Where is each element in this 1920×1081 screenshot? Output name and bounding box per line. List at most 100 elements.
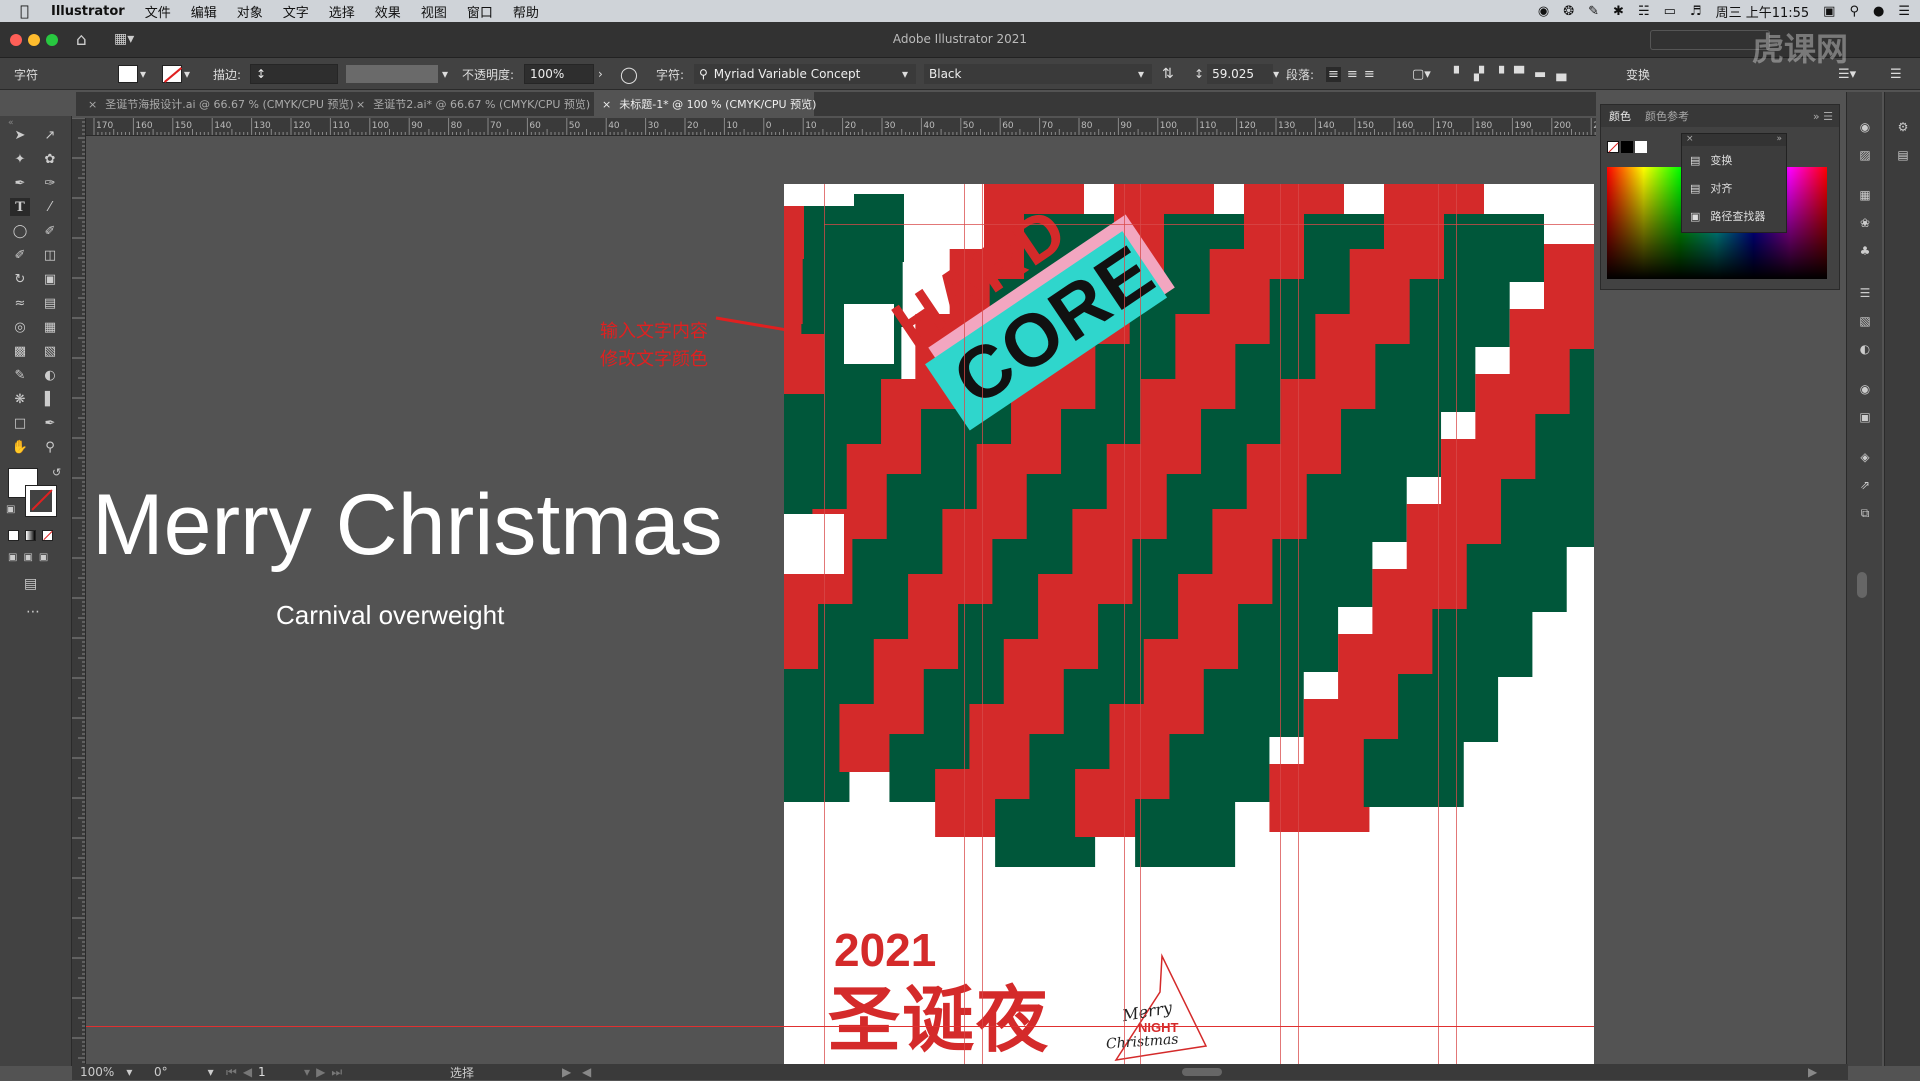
gradient-mode-button[interactable] — [25, 530, 36, 541]
white-swatch[interactable] — [1635, 141, 1647, 153]
transparency-icon[interactable]: ◐ — [1856, 342, 1874, 356]
pen-icon[interactable]: ✎ — [1588, 4, 1599, 19]
stroke-color-swatch[interactable] — [25, 485, 57, 517]
creative-cloud-icon[interactable]: ❂ — [1563, 4, 1574, 19]
stroke-weight-field[interactable]: ↕ — [250, 58, 338, 90]
transform-link[interactable]: 变换 — [1626, 58, 1650, 90]
status-menu-icon[interactable]: ▶ — [562, 1064, 571, 1080]
width-tool-icon[interactable]: ≈ — [10, 294, 30, 312]
graphic-styles-icon[interactable]: ▣ — [1856, 410, 1874, 424]
align-to-icon[interactable]: ▢▾ — [1412, 58, 1431, 90]
artboard-dropdown-icon[interactable]: ▾ — [304, 1065, 310, 1079]
draw-behind-icon[interactable]: ▣ — [23, 552, 32, 563]
vertical-ruler[interactable] — [72, 118, 86, 1066]
font-family-field[interactable]: ⚲ Myriad Variable Concept ▾ — [694, 58, 916, 90]
symbols-icon[interactable]: ♣ — [1856, 244, 1874, 258]
popup-item-pathfinder[interactable]: ▣ 路径查找器 — [1682, 202, 1786, 230]
align-top-edge-icon[interactable]: ▀ — [1514, 67, 1524, 82]
close-tab-icon[interactable]: × — [356, 98, 365, 111]
tab-christmas2[interactable]: × 圣诞节2.ai* @ 66.67 % (CMYK/CPU 预览) — [348, 92, 590, 116]
opacity-field[interactable]: 100% › — [524, 58, 603, 90]
layers-icon[interactable]: ◈ — [1856, 450, 1874, 464]
menu-window[interactable]: 窗口 — [457, 2, 503, 21]
selection-tool-icon[interactable]: ➤ — [10, 126, 30, 144]
column-graph-tool-icon[interactable]: ▌ — [40, 390, 60, 408]
year-2021-text[interactable]: 2021 — [834, 926, 936, 974]
type-tool-icon[interactable]: T — [10, 198, 30, 216]
align-right-edge-icon[interactable]: ▝ — [1494, 67, 1504, 82]
menu-help[interactable]: 帮助 — [503, 2, 549, 21]
align-bottom-edge-icon[interactable]: ▄ — [1556, 67, 1566, 82]
record-icon[interactable]: ◉ — [1538, 4, 1549, 19]
tab-color-guide[interactable]: 颜色参考 — [1645, 108, 1689, 124]
stroke-icon[interactable]: ☰ — [1856, 286, 1874, 300]
brushes-icon[interactable]: ❀ — [1856, 216, 1874, 230]
prev-artboard-icon[interactable]: ◀ — [243, 1065, 252, 1079]
menu-effect[interactable]: 效果 — [365, 2, 411, 21]
mesh-tool-icon[interactable]: ▩ — [10, 342, 30, 360]
properties-icon[interactable]: ⚙ — [1894, 120, 1912, 134]
paintbrush-tool-icon[interactable]: ✐ — [40, 222, 60, 240]
horizontal-scrollbar-thumb[interactable] — [1182, 1068, 1222, 1076]
next-artboard-icon[interactable]: ▶ — [316, 1065, 325, 1079]
tab-color[interactable]: 颜色 — [1609, 108, 1631, 124]
align-hcenter-icon[interactable]: ▞ — [1474, 67, 1484, 82]
popup-item-align[interactable]: ▤ 对齐 — [1682, 174, 1786, 202]
draw-normal-icon[interactable]: ▣ — [8, 552, 17, 563]
artboard-number[interactable]: 1 — [258, 1065, 298, 1079]
variable-width-profile[interactable]: ▾ — [346, 58, 448, 90]
export-icon[interactable]: ⇗ — [1856, 478, 1874, 492]
edit-toolbar-icon[interactable]: ⋯ — [26, 604, 40, 620]
align-vcenter-icon[interactable]: ▬ — [1534, 67, 1546, 82]
recolor-icon[interactable]: ◯ — [620, 58, 638, 90]
align-left-edge-icon[interactable]: ▘ — [1454, 67, 1464, 82]
ellipse-tool-icon[interactable]: ◯ — [10, 222, 30, 240]
vertical-scrollbar-thumb[interactable] — [1857, 572, 1867, 598]
menu-edit[interactable]: 编辑 — [181, 2, 227, 21]
black-swatch[interactable] — [1621, 141, 1633, 153]
horizontal-ruler[interactable]: 170 160 150 140 130 120 110 100 90 80 70 60 50 40 30 20… — [86, 118, 1596, 136]
perspective-grid-tool-icon[interactable]: ▦ — [40, 318, 60, 336]
curvature-tool-icon[interactable]: ✑ — [40, 174, 60, 192]
magic-wand-tool-icon[interactable]: ✦ — [10, 150, 30, 168]
line-tool-icon[interactable]: ⁄ — [40, 198, 60, 216]
battery-icon[interactable]: ▭ — [1664, 4, 1676, 19]
image-trace-icon[interactable]: ▨ — [1856, 148, 1874, 162]
menu-view[interactable]: 视图 — [411, 2, 457, 21]
siri-icon[interactable]: ● — [1873, 4, 1884, 19]
scale-tool-icon[interactable]: ▣ — [40, 270, 60, 288]
wifi-icon[interactable]: ☵ — [1638, 4, 1650, 19]
align-center-icon[interactable]: ≡ — [1347, 67, 1358, 82]
eraser-tool-icon[interactable]: ◫ — [40, 246, 60, 264]
stroke-swatch[interactable]: ▾ — [162, 58, 190, 90]
scroll-right-icon[interactable]: ▶ — [1808, 1064, 1817, 1080]
rotate-tool-icon[interactable]: ↻ — [10, 270, 30, 288]
canvas-area[interactable]: Merry Christmas Carnival overweight 输入文字… — [86, 136, 1594, 1064]
font-style-field[interactable]: Black ▾ — [924, 58, 1152, 90]
menu-select[interactable]: 选择 — [319, 2, 365, 21]
screen-mode-icon[interactable]: ▤ — [24, 576, 37, 592]
artboard[interactable]: HARD CORE 2021 圣诞夜 Merry NIGHT Christmas — [784, 184, 1594, 1064]
volume-icon[interactable]: ♬ — [1690, 4, 1702, 19]
rotation-field[interactable]: 0° ▾ — [154, 1064, 214, 1080]
close-tab-icon[interactable]: × — [602, 98, 611, 111]
scroll-left-icon[interactable]: ◀ — [582, 1064, 591, 1080]
draw-inside-icon[interactable]: ▣ — [39, 552, 48, 563]
artboards-icon[interactable]: ⧉ — [1856, 506, 1874, 520]
menu-file[interactable]: 文件 — [135, 2, 181, 21]
panel-menu-icon[interactable]: » ☰ — [1813, 110, 1833, 123]
none-mode-button[interactable] — [42, 530, 53, 541]
close-tab-icon[interactable]: × — [88, 98, 97, 111]
none-swatch[interactable] — [1607, 141, 1619, 153]
symbol-sprayer-tool-icon[interactable]: ❋ — [10, 390, 30, 408]
tab-untitled-1[interactable]: × 未标题-1* @ 100 % (CMYK/CPU 预览) — [594, 92, 816, 116]
direct-selection-tool-icon[interactable]: ↗ — [40, 126, 60, 144]
align-left-icon[interactable]: ≡ — [1326, 66, 1341, 82]
lasso-tool-icon[interactable]: ✿ — [40, 150, 60, 168]
last-artboard-icon[interactable]: ⏭ — [331, 1065, 342, 1080]
menubar-clock[interactable]: 周三 上午11:55 — [1716, 2, 1810, 21]
tab-poster-design[interactable]: × 圣诞节海报设计.ai @ 66.67 % (CMYK/CPU 预览) — [80, 92, 354, 116]
color-mode-button[interactable] — [8, 530, 19, 541]
spotlight-search-icon[interactable]: ⚲ — [1849, 4, 1859, 19]
appearance-icon[interactable]: ◉ — [1856, 382, 1874, 396]
